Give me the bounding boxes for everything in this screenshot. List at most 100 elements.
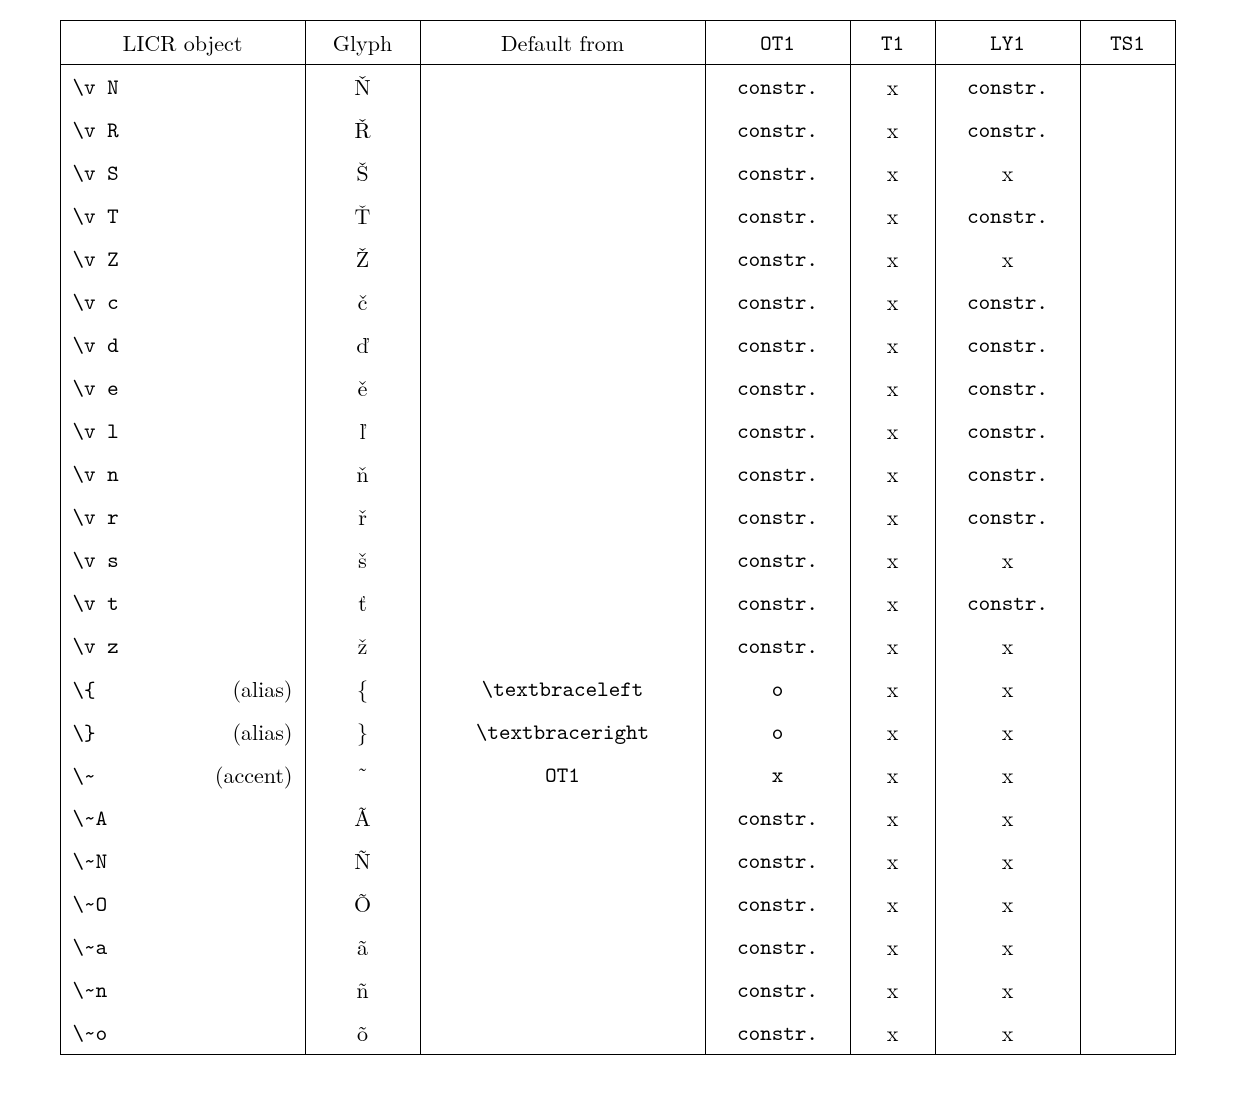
ts1-cell <box>1080 968 1175 1011</box>
licr-command: \v S <box>73 158 119 187</box>
ts1-cell <box>1080 237 1175 280</box>
t1-cell: x <box>850 452 935 495</box>
ly1-cell: x <box>935 925 1080 968</box>
table-row: \v N Ňconstr.xconstr. <box>60 65 1175 109</box>
ot1-cell: constr. <box>705 237 850 280</box>
header-glyph: Glyph <box>305 21 420 65</box>
default-cell <box>420 624 705 667</box>
licr-cell: \v s <box>60 538 305 581</box>
table-row: \~OÕconstr.xx <box>60 882 1175 925</box>
table-row: \{(alias){\textbraceleftoxx <box>60 667 1175 710</box>
ts1-cell <box>1080 151 1175 194</box>
licr-command: \v N <box>73 72 119 101</box>
licr-command: \v R <box>73 115 119 144</box>
header-licr: LICR object <box>60 21 305 65</box>
ly1-cell: x <box>935 839 1080 882</box>
licr-command: \v n <box>73 459 119 488</box>
default-cell <box>420 882 705 925</box>
licr-cell: \v n <box>60 452 305 495</box>
glyph-cell: Ñ <box>305 839 420 882</box>
header-ts1: TS1 <box>1080 21 1175 65</box>
glyph-cell: Š <box>305 151 420 194</box>
licr-table: LICR object Glyph Default from OT1 T1 LY… <box>60 20 1176 1055</box>
table-row: \v nňconstr.xconstr. <box>60 452 1175 495</box>
ts1-cell <box>1080 882 1175 925</box>
glyph-cell: š <box>305 538 420 581</box>
default-cell <box>420 925 705 968</box>
table-row: \~aãconstr.xx <box>60 925 1175 968</box>
ts1-cell <box>1080 409 1175 452</box>
ot1-cell: constr. <box>705 280 850 323</box>
table-row: \v RŘconstr.xconstr. <box>60 108 1175 151</box>
glyph-cell: ď <box>305 323 420 366</box>
ly1-cell: x <box>935 968 1080 1011</box>
licr-cell: \~O <box>60 882 305 925</box>
ts1-cell <box>1080 581 1175 624</box>
table-row: \~(accent)˜OT1xxx <box>60 753 1175 796</box>
licr-command: \v e <box>73 373 119 402</box>
licr-command: \v r <box>73 502 119 531</box>
ts1-cell <box>1080 1011 1175 1055</box>
ly1-cell: constr. <box>935 194 1080 237</box>
ot1-cell: constr. <box>705 409 850 452</box>
default-cell <box>420 581 705 624</box>
ts1-cell <box>1080 280 1175 323</box>
glyph-cell: ž <box>305 624 420 667</box>
t1-cell: x <box>850 151 935 194</box>
t1-cell: x <box>850 538 935 581</box>
licr-command: \~n <box>73 975 108 1004</box>
licr-cell: \v t <box>60 581 305 624</box>
glyph-cell: ť <box>305 581 420 624</box>
table-row: \v TŤconstr.xconstr. <box>60 194 1175 237</box>
table-body: \v NŇconstr.xconstr.\v RŘconstr.xconstr.… <box>60 65 1175 1055</box>
licr-command: \v l <box>73 416 119 445</box>
licr-cell: \v e <box>60 366 305 409</box>
t1-cell: x <box>850 366 935 409</box>
licr-note: (alias) <box>232 716 292 747</box>
table-row: \v lľconstr.xconstr. <box>60 409 1175 452</box>
table-row: \v cčconstr.xconstr. <box>60 280 1175 323</box>
licr-command: \~a <box>73 932 108 961</box>
t1-cell: x <box>850 796 935 839</box>
table-row: \~oõconstr.xx <box>60 1011 1175 1055</box>
glyph-cell: ň <box>305 452 420 495</box>
ot1-cell: constr. <box>705 108 850 151</box>
licr-cell: \~N <box>60 839 305 882</box>
licr-command: \} <box>73 718 96 747</box>
glyph-cell: ř <box>305 495 420 538</box>
default-cell <box>420 65 705 109</box>
licr-cell: \~a <box>60 925 305 968</box>
default-cell <box>420 839 705 882</box>
table-row: \v ZŽconstr.xx <box>60 237 1175 280</box>
default-cell <box>420 796 705 839</box>
ly1-cell: constr. <box>935 65 1080 109</box>
default-cell <box>420 538 705 581</box>
ly1-cell: x <box>935 538 1080 581</box>
t1-cell: x <box>850 753 935 796</box>
ot1-cell: constr. <box>705 581 850 624</box>
glyph-cell: ě <box>305 366 420 409</box>
licr-note: (alias) <box>232 673 292 704</box>
table-row: \v eěconstr.xconstr. <box>60 366 1175 409</box>
default-cell <box>420 280 705 323</box>
ot1-cell: constr. <box>705 495 850 538</box>
table-row: \v sšconstr.xx <box>60 538 1175 581</box>
t1-cell: x <box>850 581 935 624</box>
glyph-cell: Ž <box>305 237 420 280</box>
licr-command: \~O <box>73 889 108 918</box>
licr-cell: \v Z <box>60 237 305 280</box>
ly1-cell: constr. <box>935 366 1080 409</box>
ly1-cell: x <box>935 1011 1080 1055</box>
ly1-cell: x <box>935 882 1080 925</box>
licr-cell: \v l <box>60 409 305 452</box>
glyph-cell: Ň <box>305 65 420 109</box>
ot1-cell: constr. <box>705 65 850 109</box>
ot1-cell: o <box>705 667 850 710</box>
t1-cell: x <box>850 65 935 109</box>
table-row: \v rřconstr.xconstr. <box>60 495 1175 538</box>
header-t1: T1 <box>850 21 935 65</box>
ly1-cell: constr. <box>935 452 1080 495</box>
licr-command: \v t <box>73 588 119 617</box>
glyph-cell: Ř <box>305 108 420 151</box>
licr-cell: \~o <box>60 1011 305 1055</box>
